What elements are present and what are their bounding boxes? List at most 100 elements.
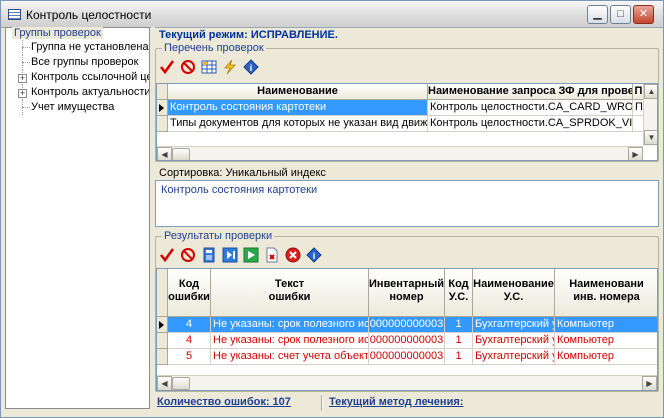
checks-vscroll[interactable]: ▲ ▼ (643, 84, 657, 146)
info-icon[interactable]: i (242, 58, 260, 76)
sort-value-field[interactable]: Контроль состояния картотеки (155, 180, 659, 227)
row-indicator[interactable] (157, 317, 168, 333)
status-divider (321, 395, 323, 411)
error-count-label: Количество ошибок: 107 (157, 396, 291, 408)
check-name-cell[interactable]: Контроль состояния картотеки (168, 100, 428, 116)
tree-item-label: Контроль актуальности да (31, 86, 149, 98)
mode-label: Текущий режим: ИСПРАВЛЕНИЕ. (159, 29, 338, 41)
no-entry-icon[interactable] (179, 246, 197, 264)
us-name-cell[interactable]: Бухгалтерский уче (473, 349, 555, 365)
results-hscroll[interactable]: ◀ ▶ (157, 375, 657, 390)
row-indicator[interactable] (157, 100, 168, 116)
inventory-name-cell[interactable]: Компьютер (555, 333, 657, 349)
column-header-name[interactable]: Наименование (168, 84, 428, 100)
results-column-header[interactable]: Наименование У.С. (473, 269, 555, 317)
info-icon[interactable]: i (305, 246, 323, 264)
results-groupbox: Результаты проверки i Код ошибки Текст о… (155, 230, 659, 392)
expand-icon[interactable]: + (18, 89, 27, 98)
us-code-cell[interactable]: 1 (445, 333, 473, 349)
current-row-arrow-icon (159, 321, 164, 329)
results-column-header[interactable]: Наименовани инв. номера (555, 269, 657, 317)
inventory-name-cell[interactable]: Компьютер (555, 349, 657, 365)
header-line-1: Инвентарный (369, 278, 444, 290)
inventory-number-cell[interactable]: 000000000003 (369, 317, 445, 333)
skip-icon[interactable] (221, 246, 239, 264)
scroll-left-button[interactable]: ◀ (157, 147, 172, 160)
error-code-cell[interactable]: 5 (168, 349, 211, 365)
tree-item-label: Контроль ссылочной целос (31, 71, 149, 83)
column-header-query[interactable]: Наименование запроса ЗФ для проверки (428, 84, 633, 100)
row-indicator[interactable] (157, 349, 168, 365)
tree-item-label: Группа не установлена (31, 41, 149, 53)
scroll-right-button[interactable]: ▶ (642, 376, 657, 390)
header-line-1: Код (178, 278, 200, 290)
tree-connector (22, 47, 30, 48)
checkmark-icon[interactable] (158, 58, 176, 76)
row-indicator[interactable] (157, 333, 168, 349)
error-text-cell[interactable]: Не указаны: срок полезного исполь (211, 333, 369, 349)
current-row-arrow-icon (159, 104, 164, 112)
status-bar: Количество ошибок: 107 Текущий метод леч… (155, 395, 659, 411)
play-icon[interactable] (242, 246, 260, 264)
inventory-number-cell[interactable]: 000000000003 (369, 349, 445, 365)
treatment-method-label: Текущий метод лечения: (329, 396, 464, 408)
error-text-cell[interactable]: Не указаны: счет учета объекта ил (211, 349, 369, 365)
checkmark-icon[interactable] (158, 246, 176, 264)
error-code-cell[interactable]: 4 (168, 317, 211, 333)
us-code-cell[interactable]: 1 (445, 349, 473, 365)
us-name-cell[interactable]: Бухгалтерский уче (473, 333, 555, 349)
inventory-number-cell[interactable]: 000000000003 (369, 333, 445, 349)
lightning-icon[interactable] (221, 58, 239, 76)
checks-hscroll[interactable]: ◀ ▶ (157, 146, 643, 160)
header-line-2: ошибки (168, 291, 210, 303)
results-column-header[interactable]: Инвентарный номер (369, 269, 445, 317)
close-button[interactable]: ✕ (633, 5, 654, 24)
scroll-left-button[interactable]: ◀ (157, 376, 172, 390)
inventory-name-cell[interactable]: Компьютер (555, 317, 657, 333)
tree-item-label: Все группы проверок (31, 56, 139, 68)
window-title: Контроль целостности (26, 8, 152, 22)
us-code-cell[interactable]: 1 (445, 317, 473, 333)
row-indicator[interactable] (157, 116, 168, 132)
no-entry-icon[interactable] (179, 58, 197, 76)
tree-item[interactable]: + Контроль актуальности да (6, 85, 149, 100)
checks-table: Наименование Наименование запроса ЗФ для… (156, 83, 658, 161)
sort-label: Сортировка: Уникальный индекс (159, 167, 326, 179)
document-delete-icon[interactable] (263, 246, 281, 264)
maximize-button[interactable]: □ (610, 5, 631, 24)
form-icon[interactable] (200, 246, 218, 264)
main-window: Контроль целостности ▁ □ ✕ Группы провер… (0, 0, 664, 418)
results-column-header[interactable]: Текст ошибки (211, 269, 369, 317)
results-title: Результаты проверки (162, 230, 275, 242)
error-text-cell[interactable]: Не указаны: срок полезного исполь (211, 317, 369, 333)
results-column-header[interactable]: Код ошибки (168, 269, 211, 317)
title-bar[interactable]: Контроль целостности ▁ □ ✕ (1, 1, 663, 28)
scroll-right-button[interactable]: ▶ (628, 147, 643, 160)
expand-icon[interactable]: + (18, 74, 27, 83)
minimize-button[interactable]: ▁ (587, 5, 608, 24)
us-name-cell[interactable]: Бухгалтерский уче (473, 317, 555, 333)
header-line-2: У.С. (503, 291, 524, 303)
corner-cell (157, 84, 168, 100)
check-name-cell[interactable]: Типы документов для которых не указан ви… (168, 116, 428, 132)
minimize-icon: ▁ (593, 8, 602, 20)
header-line-2: ошибки (268, 291, 311, 303)
scroll-up-button[interactable]: ▲ (644, 84, 657, 99)
scroll-down-button[interactable]: ▼ (644, 130, 657, 145)
header-line-1: Наименовани (569, 278, 644, 290)
close-icon: ✕ (638, 8, 649, 20)
tree-item[interactable]: Все группы проверок (6, 55, 149, 70)
results-column-header[interactable]: Код У.С. (445, 269, 473, 317)
tree-item[interactable]: + Контроль ссылочной целос (6, 70, 149, 85)
tree-connector (22, 62, 30, 63)
scroll-thumb[interactable] (172, 148, 190, 160)
groups-panel-title: Группы проверок (12, 27, 103, 39)
delete-icon[interactable] (284, 246, 302, 264)
tree-item[interactable]: Учет имущества (6, 100, 149, 115)
check-query-cell[interactable]: Контроль целостности.CA_SPRDOK_VIDDV (428, 116, 633, 132)
scroll-thumb[interactable] (172, 377, 190, 390)
tree-item[interactable]: Группа не установлена (6, 40, 149, 55)
grid-table-icon[interactable] (200, 58, 218, 76)
error-code-cell[interactable]: 4 (168, 333, 211, 349)
check-query-cell[interactable]: Контроль целостности.CA_CARD_WRONG (428, 100, 633, 116)
